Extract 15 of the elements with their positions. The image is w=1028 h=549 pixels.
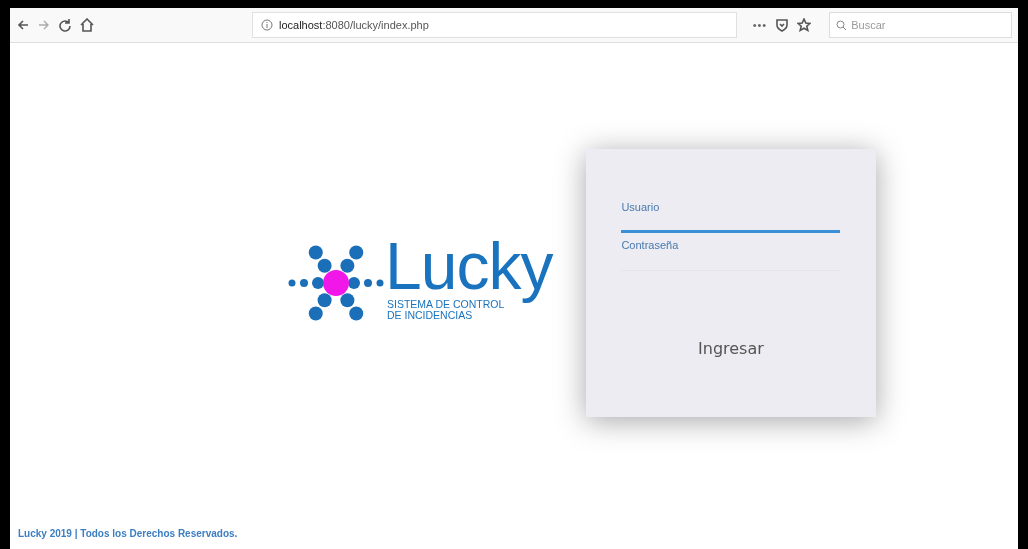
reload-icon[interactable] bbox=[58, 18, 72, 32]
logo-name: Lucky bbox=[385, 231, 553, 301]
search-icon bbox=[836, 19, 848, 31]
back-icon[interactable] bbox=[16, 18, 30, 32]
shield-icon[interactable] bbox=[775, 18, 790, 32]
text-field[interactable]: Usuario bbox=[621, 199, 841, 233]
search-field[interactable]: Buscar bbox=[829, 12, 1012, 38]
info-icon[interactable] bbox=[261, 19, 273, 31]
footer-text: Lucky 2019 | Todos los Derechos Reservados. bbox=[18, 528, 238, 539]
address-bar[interactable]: localhost:8080/lucky/index.php bbox=[252, 12, 737, 38]
home-icon[interactable] bbox=[80, 18, 94, 32]
page-actions-menu[interactable]: ••• bbox=[752, 19, 768, 31]
text-field[interactable]: Contraseña bbox=[621, 237, 841, 271]
star-icon[interactable] bbox=[797, 18, 812, 32]
login-button[interactable]: Ingresar bbox=[686, 333, 776, 364]
